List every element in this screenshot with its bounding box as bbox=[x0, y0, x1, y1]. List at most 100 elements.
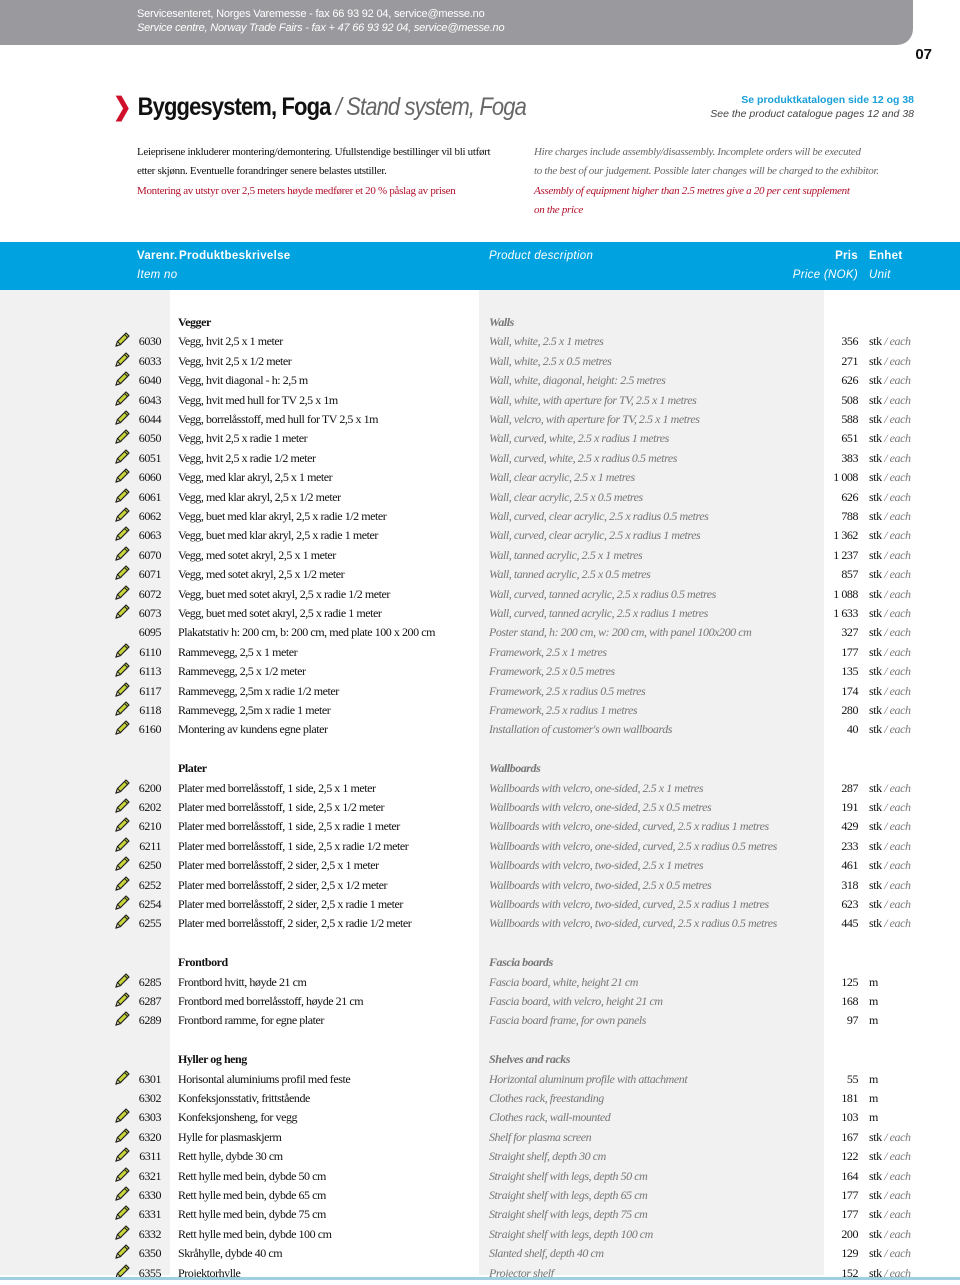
description-en: Shelf for plasma screen bbox=[489, 1129, 592, 1144]
table-row: 6255 Plater med borrelåsstoff, 2 sider, 2… bbox=[0, 913, 960, 935]
unit-no: stk bbox=[869, 547, 882, 562]
item-number: 6321 bbox=[138, 1168, 162, 1183]
price: 125 bbox=[841, 974, 858, 989]
unit-no: stk bbox=[869, 897, 882, 911]
header-item-no-en: Item no bbox=[137, 269, 178, 281]
unit-no: stk bbox=[869, 625, 882, 640]
table-row: 6254 Plater med borrelåsstoff, 2 sider, 2… bbox=[0, 895, 960, 916]
item-number: 6062 bbox=[138, 509, 162, 523]
price: 55 bbox=[846, 1071, 859, 1086]
description-en: Straight shelf with legs, depth 75 cm bbox=[489, 1207, 648, 1222]
table-row: 6110 Rammevegg, 2,5 x 1 meter Framework, 2… bbox=[0, 643, 960, 664]
unit-no: stk bbox=[869, 1129, 882, 1144]
unit: stk / each bbox=[869, 548, 911, 563]
description-no: Frontbord hvitt, høyde 21 cm bbox=[178, 974, 307, 989]
price: 318 bbox=[841, 877, 858, 892]
pencil-icon bbox=[113, 913, 131, 935]
description-no: Rammevegg, 2,5 x 1 meter bbox=[178, 644, 298, 659]
unit: m bbox=[869, 994, 878, 1008]
section-title-no: Vegger bbox=[178, 315, 211, 329]
description-no: Vegg, buet med klar akryl, 2,5 x radie 1… bbox=[178, 528, 378, 543]
section-title-en: Fascia boards bbox=[489, 955, 553, 970]
unit-no: stk bbox=[869, 489, 882, 504]
unit-en: / each bbox=[884, 1188, 911, 1202]
table-row: 6287 Frontbord med borrelåsstoff, høyde 2… bbox=[0, 992, 960, 1013]
description-no: Vegg, med sotet akryl, 2,5 x 1/2 meter bbox=[178, 567, 345, 582]
intro-en-supplement: on the price bbox=[534, 204, 583, 217]
unit: stk / each bbox=[869, 1149, 911, 1164]
description-no: Vegg, hvit 2,5 x 1 meter bbox=[178, 334, 283, 349]
description-no: Horisontal aluminiums profil med feste bbox=[178, 1071, 351, 1086]
page-number: 07 bbox=[915, 46, 932, 63]
bottom-rule bbox=[0, 1277, 960, 1280]
unit-en: / each bbox=[884, 353, 911, 368]
pencil-icon bbox=[113, 1069, 131, 1091]
unit-no: stk bbox=[869, 450, 882, 465]
description-en: Straight shelf, depth 30 cm bbox=[489, 1149, 606, 1164]
intro-no-line: etter skjønn. Eventuelle forandringer se… bbox=[137, 165, 387, 178]
unit: stk / each bbox=[869, 684, 911, 699]
chevron-right-icon: ❯ bbox=[113, 93, 131, 121]
unit: m bbox=[869, 1071, 878, 1086]
description-no: Vegg, med sotet akryl, 2,5 x 1 meter bbox=[178, 547, 336, 562]
unit-en: / each bbox=[884, 897, 911, 911]
price: 626 bbox=[841, 489, 858, 504]
description-no: Plater med borrelåsstoff, 1 side, 2,5 x … bbox=[178, 838, 409, 853]
price: 129 bbox=[841, 1246, 858, 1261]
table-row: 6160 Montering av kundens egne plater Inst… bbox=[0, 720, 960, 741]
description-no: Skråhylle, dybde 40 cm bbox=[178, 1246, 283, 1261]
item-number: 6252 bbox=[138, 877, 162, 892]
unit: stk / each bbox=[869, 1246, 911, 1261]
unit-no: stk bbox=[869, 1168, 882, 1183]
unit: stk / each bbox=[869, 1227, 911, 1242]
unit: stk / each bbox=[869, 490, 911, 505]
price: 327 bbox=[841, 625, 858, 640]
unit-no: stk bbox=[869, 509, 882, 523]
unit-no: stk bbox=[869, 683, 882, 698]
description-no: Vegg, hvit 2,5 x radie 1/2 meter bbox=[178, 450, 316, 465]
price: 40 bbox=[846, 722, 859, 737]
unit-en: / each bbox=[884, 780, 911, 795]
item-number: 6301 bbox=[138, 1071, 162, 1086]
section-heading: Frontbord Fascia boards bbox=[0, 955, 960, 974]
description-no: Plater med borrelåsstoff, 2 sider, 2,5 x… bbox=[178, 858, 379, 873]
unit: stk / each bbox=[869, 800, 911, 815]
unit-no: stk bbox=[869, 1226, 882, 1241]
price: 233 bbox=[841, 838, 858, 853]
unit: stk / each bbox=[869, 703, 911, 718]
table-row: 6073 Vegg, buet med sotet akryl, 2,5 x ra… bbox=[0, 604, 960, 625]
unit-no: stk bbox=[869, 916, 882, 931]
table-row: 6320 Hylle for plasmaskjerm Shelf for plas… bbox=[0, 1128, 960, 1149]
unit-en: / each bbox=[884, 916, 911, 931]
unit-en: / each bbox=[884, 373, 911, 388]
unit-no: stk bbox=[869, 1188, 882, 1202]
header-unit-en: Unit bbox=[869, 269, 891, 281]
price: 788 bbox=[841, 509, 858, 523]
table-row: 6211 Plater med borrelåsstoff, 1 side, 2,… bbox=[0, 837, 960, 858]
unit: stk / each bbox=[869, 412, 911, 427]
service-line-no: Servicesenteret, Norges Varemesse - fax … bbox=[137, 8, 485, 20]
item-number: 6331 bbox=[138, 1207, 162, 1222]
price: 280 bbox=[841, 703, 858, 717]
unit-en: / each bbox=[884, 625, 911, 640]
description-no: Plater med borrelåsstoff, 2 sider, 2,5 x… bbox=[178, 877, 388, 892]
price: 588 bbox=[841, 412, 858, 426]
description-en: Wallboards with velcro, one-sided, curve… bbox=[489, 819, 769, 834]
price: 383 bbox=[841, 450, 858, 465]
item-number: 6330 bbox=[138, 1188, 162, 1202]
price: 356 bbox=[841, 334, 858, 349]
unit: stk / each bbox=[869, 567, 911, 582]
table-row: 6301 Horisontal aluminiums profil med fes… bbox=[0, 1069, 960, 1091]
unit-en: / each bbox=[884, 1226, 911, 1241]
unit: stk / each bbox=[869, 625, 911, 640]
table-row: 6311 Rett hylle, dybde 30 cm Straight shel… bbox=[0, 1147, 960, 1168]
item-number: 6320 bbox=[138, 1129, 162, 1144]
unit-no: stk bbox=[869, 858, 882, 873]
price: 1 088 bbox=[833, 586, 858, 601]
table-row: 6200 Plater med borrelåsstoff, 1 side, 2,… bbox=[0, 778, 960, 800]
unit: stk / each bbox=[869, 373, 911, 388]
unit: stk / each bbox=[869, 528, 911, 543]
unit-no: stk bbox=[869, 431, 882, 446]
table-row: 6044 Vegg, borrelåsstoff, med hull for TV… bbox=[0, 410, 960, 431]
pencil-icon bbox=[113, 1010, 131, 1032]
